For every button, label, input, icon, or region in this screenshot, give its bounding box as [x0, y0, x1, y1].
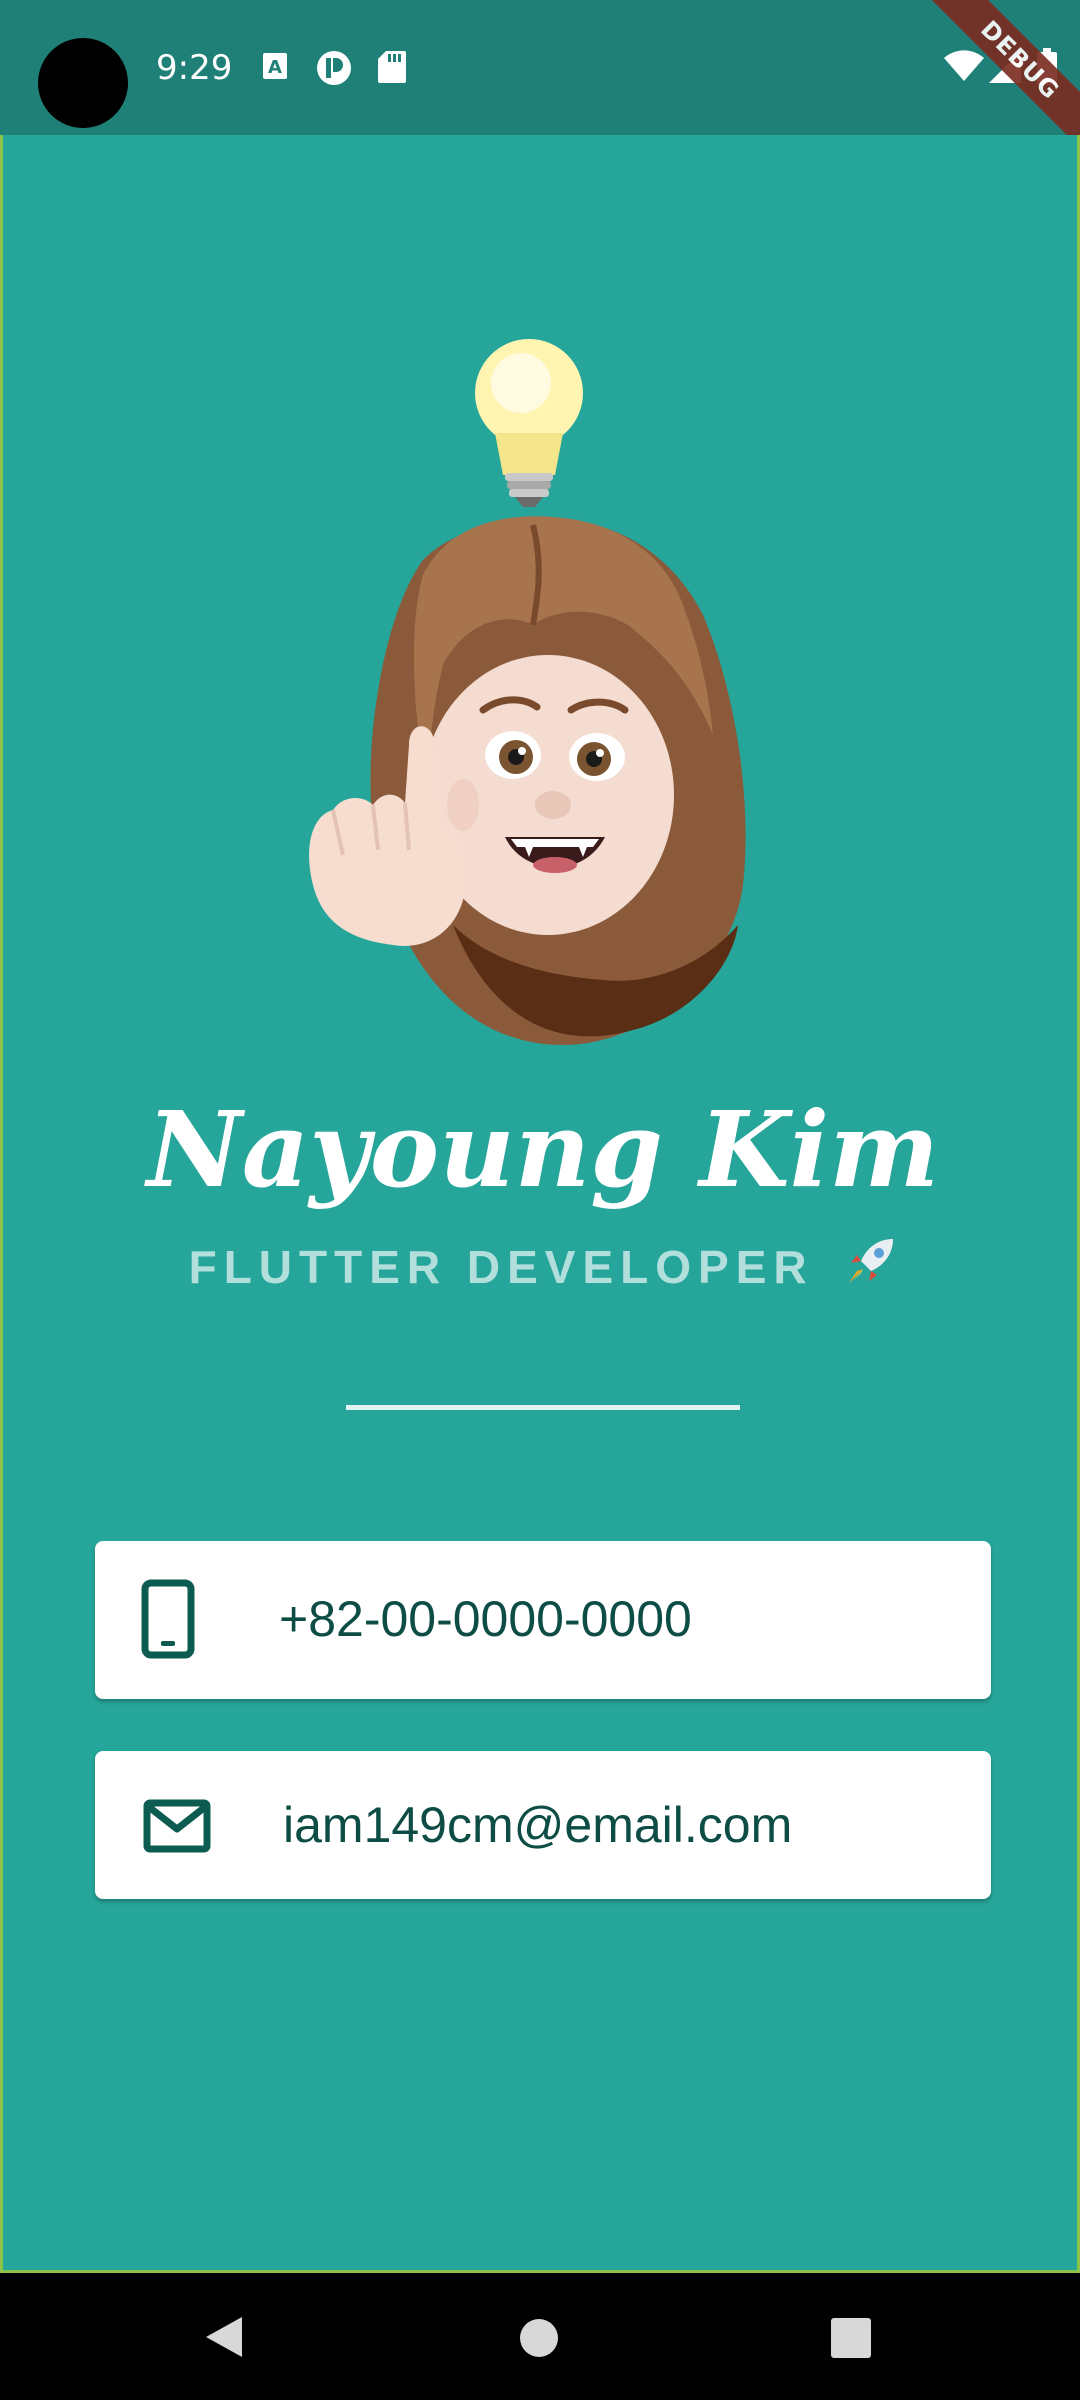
- home-icon[interactable]: [518, 2317, 560, 2363]
- back-icon[interactable]: [202, 2313, 246, 2365]
- status-time: 9:29: [156, 48, 233, 88]
- rocket-icon: [843, 1235, 897, 1303]
- phone-number[interactable]: +82-00-0000-0000: [279, 1589, 692, 1649]
- navigation-bar: [0, 2273, 1080, 2400]
- camera-cutout: [38, 38, 128, 128]
- profile-name: Nayoung Kim: [146, 1088, 940, 1211]
- wifi-icon: [944, 50, 984, 86]
- lightbulb-icon: [475, 339, 583, 507]
- email-address[interactable]: iam149cm@email.com: [283, 1795, 792, 1855]
- phone-card[interactable]: +82-00-0000-0000: [95, 1541, 991, 1699]
- mail-icon: [143, 1799, 211, 1857]
- svg-text:A: A: [268, 57, 282, 78]
- status-bar: 9:29 A DEBUG: [0, 0, 1080, 167]
- avatar: [233, 325, 793, 1089]
- app-body: Nayoung Kim FLUTTER DEVELOPER +82-00-000…: [0, 135, 1080, 2273]
- job-title-text: FLUTTER DEVELOPER: [188, 1241, 814, 1293]
- recents-icon[interactable]: [830, 2317, 872, 2363]
- sd-card-icon: [378, 50, 406, 88]
- screen: 9:29 A DEBUG Nayoung Kim FLUTTER DEVELOP…: [0, 0, 1080, 2400]
- divider: [346, 1405, 740, 1410]
- phone-icon: [141, 1579, 195, 1663]
- email-card[interactable]: iam149cm@email.com: [95, 1751, 991, 1899]
- job-title: FLUTTER DEVELOPER: [3, 1235, 1080, 1303]
- pocket-p-icon: [316, 50, 352, 90]
- text-a-icon: A: [262, 52, 288, 84]
